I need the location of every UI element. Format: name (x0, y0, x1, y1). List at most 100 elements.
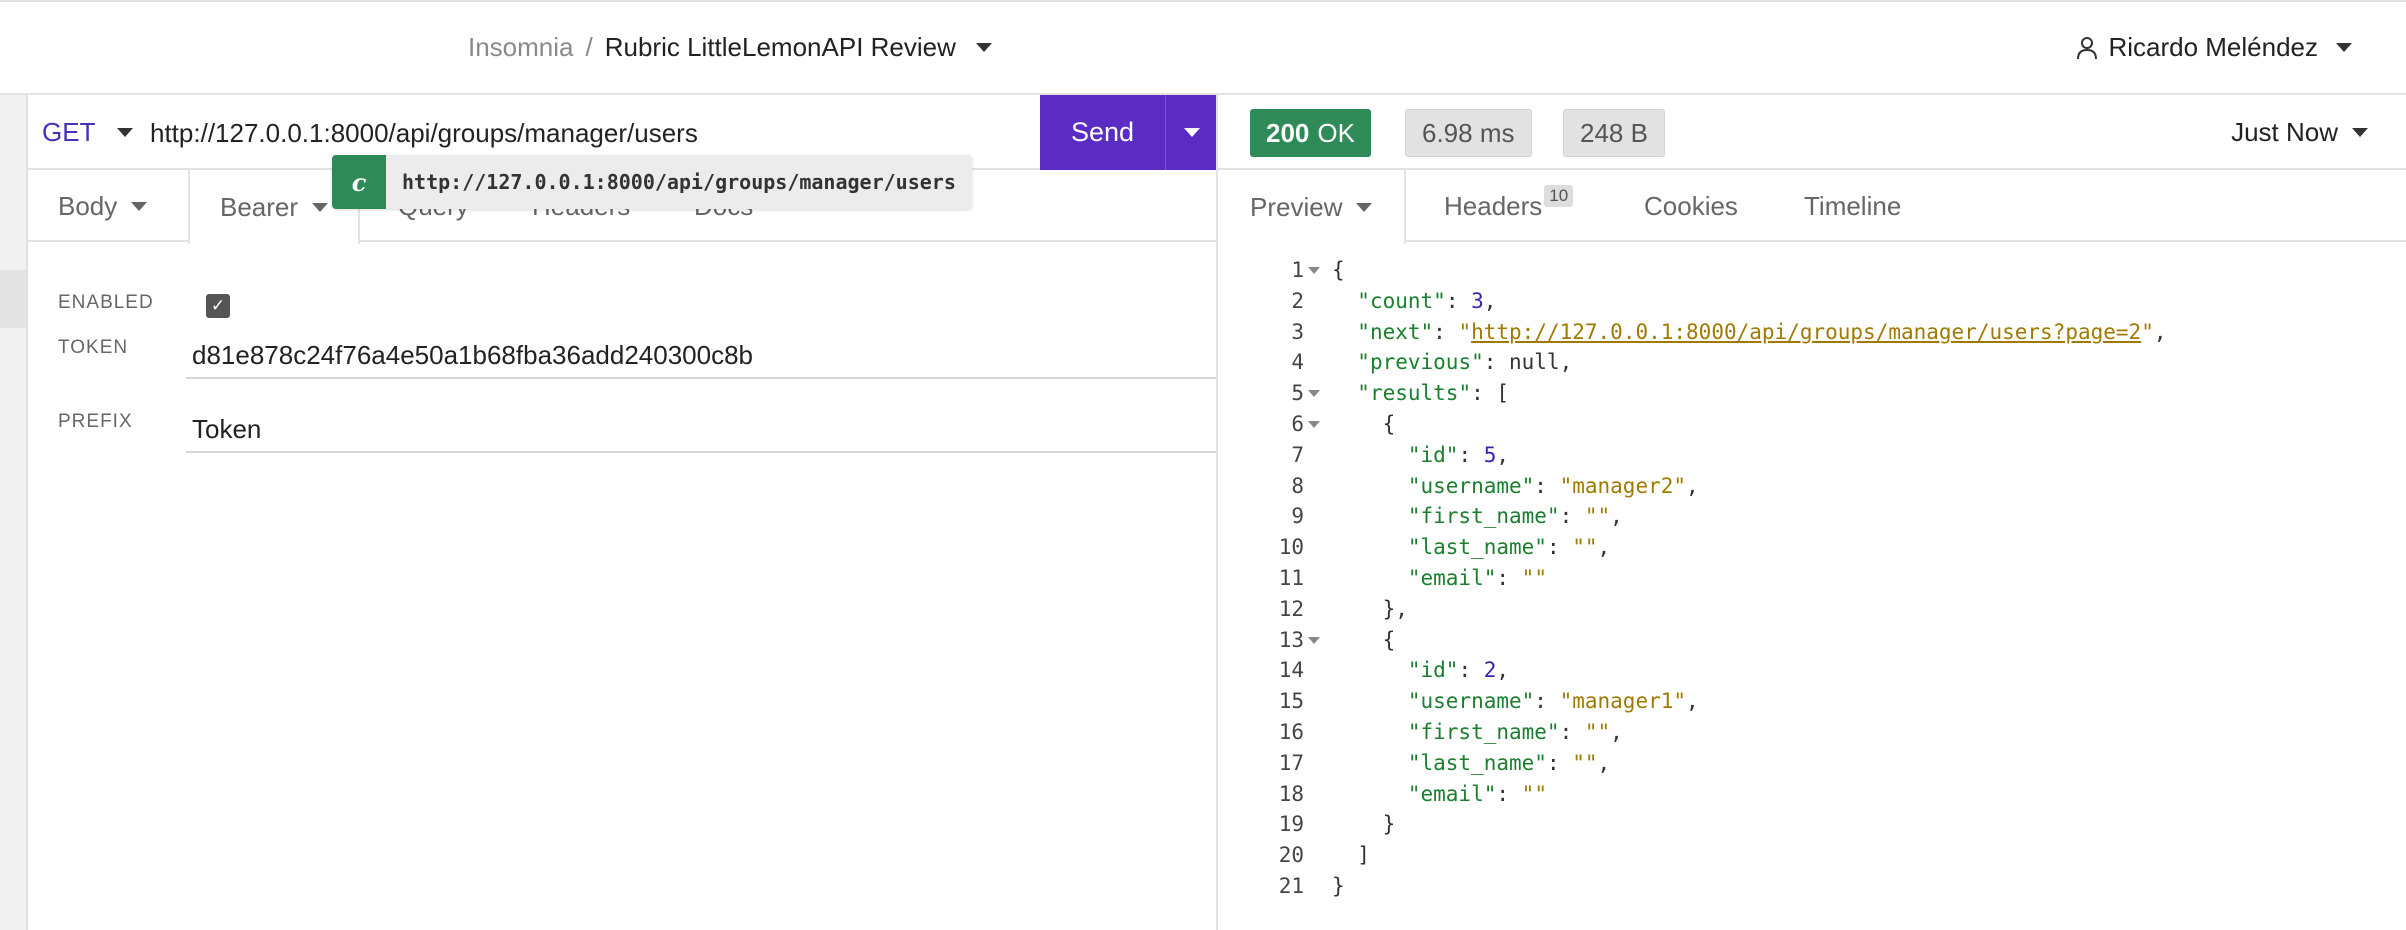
line-number: 18 (1278, 781, 1304, 806)
code-line: 15 "username": "manager1", (1218, 686, 2406, 717)
code-line: 17 "last_name": "", (1218, 748, 2406, 779)
line-number: 2 (1291, 288, 1304, 313)
code-text: { (1332, 627, 1396, 652)
line-number: 11 (1278, 565, 1304, 590)
token-input[interactable] (186, 333, 1216, 377)
code-line: 2 "count": 3, (1218, 286, 2406, 317)
code-line: 7 "id": 5, (1218, 440, 2406, 471)
code-line: 21} (1218, 871, 2406, 902)
code-text: "first_name": "", (1407, 719, 1623, 744)
line-number: 16 (1278, 719, 1304, 744)
line-number: 19 (1278, 812, 1304, 837)
line-number: 17 (1278, 750, 1304, 775)
tooltip-text: http://127.0.0.1:8000/api/groups/manager… (402, 170, 956, 194)
response-tabs: Preview Headers 10 Cookies Timeline (1218, 170, 2406, 244)
response-timestamp: Just Now (2231, 117, 2338, 147)
tab-label: Bearer (220, 191, 299, 222)
code-line: 9 "first_name": "", (1218, 501, 2406, 532)
code-line: 12 }, (1218, 594, 2406, 625)
tab-timeline[interactable]: Timeline (1804, 170, 1901, 242)
code-text: "id": 5, (1407, 442, 1510, 467)
status-badge: 200 OK (1250, 109, 1371, 157)
code-text: "last_name": "", (1407, 535, 1611, 560)
user-menu[interactable]: Ricardo Meléndez (2076, 32, 2352, 63)
token-label: TOKEN (58, 337, 129, 358)
code-text: "first_name": "", (1407, 504, 1623, 529)
send-options-button[interactable] (1166, 95, 1218, 170)
chevron-down-icon (131, 201, 148, 211)
user-icon (2077, 36, 2098, 59)
line-number: 7 (1291, 442, 1304, 467)
fold-toggle-icon[interactable] (1308, 267, 1320, 274)
code-text: "last_name": "", (1407, 750, 1611, 775)
line-number: 6 (1291, 411, 1304, 436)
chevron-down-icon[interactable] (975, 43, 992, 52)
prefix-input[interactable] (186, 407, 1216, 451)
code-text: "username": "manager2", (1407, 473, 1699, 498)
code-line: 3 "next": "http://127.0.0.1:8000/api/gro… (1218, 317, 2406, 348)
tab-cookies[interactable]: Cookies (1644, 170, 1738, 242)
code-line: 20 ] (1218, 840, 2406, 871)
fold-toggle-icon[interactable] (1308, 390, 1320, 398)
response-history-dropdown[interactable]: Just Now (2231, 117, 2368, 148)
line-number: 8 (1291, 473, 1304, 498)
code-line: 4 "previous": null, (1218, 347, 2406, 378)
code-line: 11 "email": "" (1218, 563, 2406, 594)
prefix-label: PREFIX (58, 411, 133, 432)
breadcrumb-separator: / (585, 32, 593, 62)
code-text: { (1332, 258, 1345, 282)
url-input[interactable] (150, 113, 1050, 153)
code-line: 13 { (1218, 625, 2406, 656)
tab-body[interactable]: Body (58, 170, 148, 242)
enabled-label: ENABLED (58, 292, 154, 313)
line-number: 1 (1291, 258, 1304, 282)
code-text: "next": "http://127.0.0.1:8000/api/group… (1357, 319, 2167, 344)
chevron-down-icon (2336, 43, 2352, 52)
tooltip-badge: c (332, 155, 386, 209)
line-number: 13 (1278, 627, 1304, 652)
sidebar-edge (0, 95, 28, 930)
fold-toggle-icon[interactable] (1308, 636, 1320, 644)
line-number: 14 (1278, 658, 1304, 683)
code-text: "count": 3, (1357, 288, 1497, 313)
tab-preview[interactable]: Preview (1218, 170, 1407, 244)
tab-response-headers[interactable]: Headers 10 (1444, 170, 1574, 242)
code-text: "username": "manager1", (1407, 689, 1699, 714)
line-number: 15 (1278, 689, 1304, 714)
prefix-field (186, 407, 1216, 453)
line-number: 4 (1291, 350, 1304, 375)
code-text: "previous": null, (1357, 350, 1573, 375)
code-text: }, (1332, 596, 1408, 621)
code-line: 18 "email": "" (1218, 779, 2406, 810)
headers-count-badge: 10 (1544, 185, 1574, 207)
top-bar: Insomnia / Rubric LittleLemonAPI Review … (0, 0, 2406, 95)
tab-label: Timeline (1804, 190, 1902, 221)
chevron-down-icon (312, 202, 329, 212)
enabled-checkbox[interactable]: ✓ (206, 294, 230, 318)
response-size-badge: 248 B (1563, 109, 1665, 157)
code-line: 6 { (1218, 409, 2406, 440)
code-text: ] (1332, 843, 1370, 868)
status-code: 200 (1266, 117, 1310, 148)
tab-label: Headers (1444, 190, 1543, 221)
breadcrumb-app[interactable]: Insomnia (468, 32, 574, 63)
response-body-viewer[interactable]: 1{2 "count": 3, 3 "next": "http://127.0.0… (1218, 255, 2406, 902)
code-line: 10 "last_name": "", (1218, 532, 2406, 563)
code-line: 14 "id": 2, (1218, 655, 2406, 686)
user-name: Ricardo Meléndez (2108, 32, 2318, 62)
code-line: 8 "username": "manager2", (1218, 471, 2406, 502)
line-number: 5 (1291, 381, 1304, 406)
chevron-down-icon (117, 128, 134, 137)
fold-toggle-icon[interactable] (1308, 420, 1320, 428)
line-number: 9 (1291, 504, 1304, 529)
send-button[interactable]: Send (1040, 95, 1166, 170)
status-text: OK (1317, 117, 1355, 148)
response-pane: 200 OK 6.98 ms 248 B Just Now Preview He… (1218, 95, 2406, 930)
code-line: 5 "results": [ (1218, 378, 2406, 409)
chevron-down-icon (2352, 128, 2368, 137)
code-line: 19 } (1218, 809, 2406, 840)
tab-label: Body (58, 190, 118, 221)
workspace-name[interactable]: Rubric LittleLemonAPI Review (605, 32, 956, 63)
method-select[interactable]: GET (42, 117, 134, 148)
code-text: "email": "" (1407, 565, 1547, 590)
